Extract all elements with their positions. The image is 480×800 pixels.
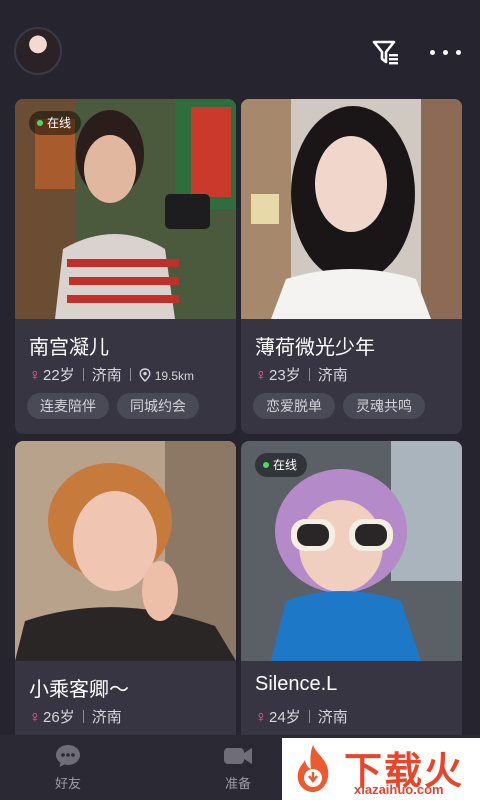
card-meta: ♀ 22岁 济南 19.5km [29, 364, 194, 385]
filter-icon[interactable] [370, 36, 402, 68]
user-avatar[interactable] [14, 27, 62, 75]
female-icon: ♀ [255, 367, 267, 384]
card-city: 济南 [317, 709, 348, 726]
card-meta: ♀ 23岁 济南 [255, 364, 348, 385]
divider [129, 368, 131, 381]
tab-friends[interactable]: 好友 [28, 743, 108, 792]
user-card[interactable]: 在线 南宫凝儿 ♀ 22岁 济南 19.5km 连麦陪伴 同城约会 [15, 99, 236, 434]
card-name: 小乘客卿～ [29, 679, 129, 701]
card-distance: 19.5km [154, 369, 195, 383]
location-pin-icon [139, 368, 151, 382]
top-bar [0, 0, 480, 100]
video-camera-icon [224, 748, 252, 764]
profile-photo [15, 441, 236, 661]
tab-ready[interactable]: 准备 [198, 743, 278, 792]
watermark-url: xiazaihuo.com [354, 782, 444, 797]
online-badge: 在线 [255, 453, 308, 477]
user-card[interactable]: 薄荷微光少年 ♀ 23岁 济南 恋爱脱单 灵魂共鸣 [241, 99, 462, 434]
card-name: Silence.L [255, 673, 338, 695]
female-icon: ♀ [29, 709, 41, 726]
tab-label: 准备 [224, 776, 251, 791]
flame-logo-icon [297, 745, 329, 792]
chat-bubble-icon [56, 745, 80, 767]
tab-label: 好友 [54, 776, 81, 791]
tag[interactable]: 同城约会 [117, 393, 199, 419]
user-card[interactable]: 在线 Silence.L ♀ 24岁 济南 [241, 441, 462, 741]
card-age: 23岁 [269, 367, 301, 384]
online-badge: 在线 [29, 111, 82, 135]
tag[interactable]: 灵魂共鸣 [343, 393, 425, 419]
female-icon: ♀ [29, 367, 41, 384]
card-city: 济南 [91, 709, 122, 726]
divider [308, 710, 310, 723]
divider [82, 368, 84, 381]
card-city: 济南 [91, 367, 122, 384]
more-icon[interactable] [426, 38, 466, 66]
card-name: 南宫凝儿 [29, 337, 109, 359]
watermark: 下载火 xiazaihuo.com [282, 738, 480, 800]
card-age: 24岁 [269, 709, 301, 726]
card-meta: ♀ 24岁 济南 [255, 706, 348, 727]
female-icon: ♀ [255, 709, 267, 726]
card-age: 26岁 [43, 709, 75, 726]
card-name: 薄荷微光少年 [255, 337, 375, 359]
tag-list: 连麦陪伴 同城约会 [27, 393, 207, 419]
user-card[interactable]: 小乘客卿～ ♀ 26岁 济南 [15, 441, 236, 741]
tag-list: 恋爱脱单 灵魂共鸣 [253, 393, 433, 419]
card-meta: ♀ 26岁 济南 [29, 706, 122, 727]
divider [82, 710, 84, 723]
tag[interactable]: 恋爱脱单 [253, 393, 335, 419]
profile-photo [241, 99, 462, 319]
divider [308, 368, 310, 381]
tag[interactable]: 连麦陪伴 [27, 393, 109, 419]
card-age: 22岁 [43, 367, 75, 384]
card-city: 济南 [317, 367, 348, 384]
